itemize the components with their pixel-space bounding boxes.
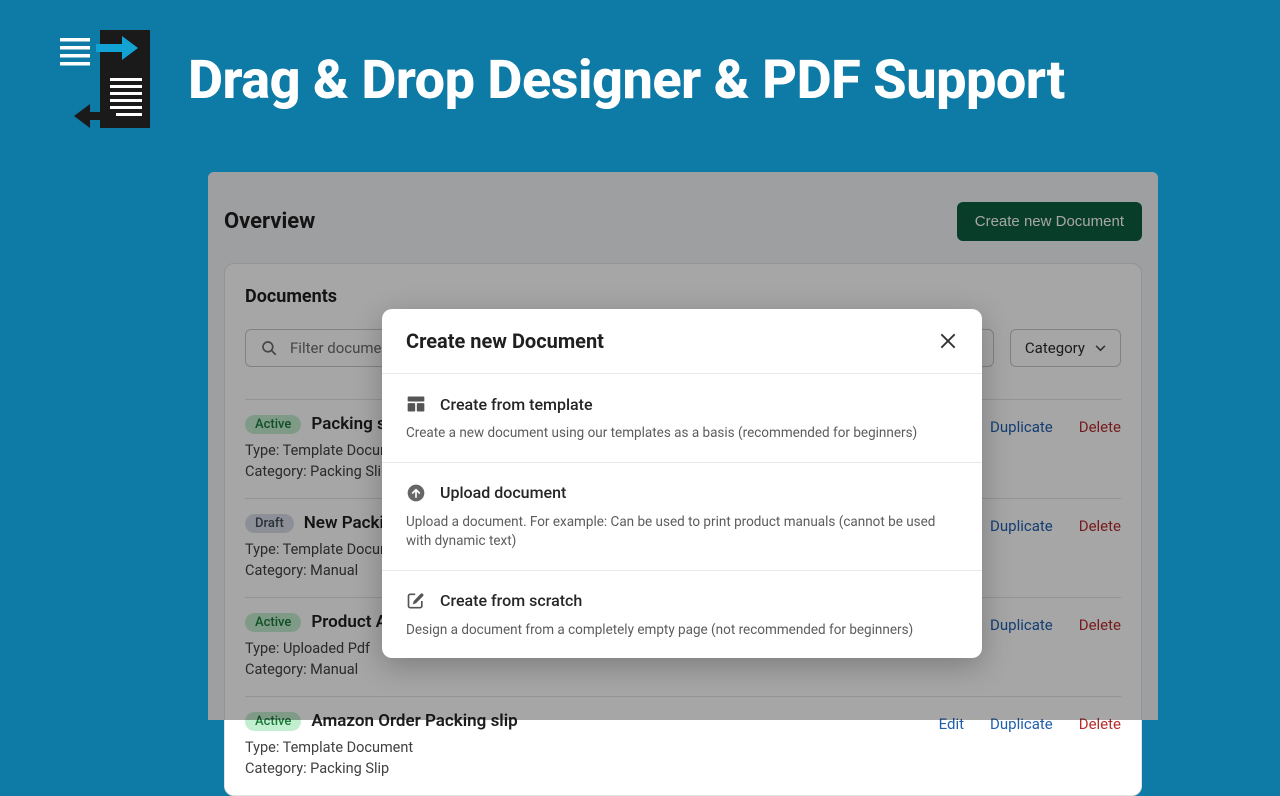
banner: Drag & Drop Designer & PDF Support: [0, 0, 1280, 150]
option-title: Upload document: [440, 483, 566, 502]
option-title: Create from template: [440, 395, 593, 414]
option-create-from-scratch[interactable]: Create from scratch Design a document fr…: [382, 571, 982, 659]
option-desc: Design a document from a completely empt…: [406, 621, 958, 641]
option-title: Create from scratch: [440, 591, 582, 610]
banner-title: Drag & Drop Designer & PDF Support: [188, 49, 1065, 112]
modal-title: Create new Document: [406, 329, 604, 353]
option-desc: Create a new document using our template…: [406, 424, 958, 444]
app-logo-icon: [60, 30, 154, 130]
document-meta: Type: Template DocumentCategory: Packing…: [245, 737, 518, 779]
modal-header: Create new Document: [382, 309, 982, 374]
upload-icon: [406, 483, 426, 503]
template-icon: [406, 394, 426, 414]
create-document-modal: Create new Document Create from template…: [382, 309, 982, 658]
option-desc: Upload a document. For example: Can be u…: [406, 513, 958, 552]
option-upload-document[interactable]: Upload document Upload a document. For e…: [382, 463, 982, 571]
edit-icon: [406, 591, 426, 611]
option-create-from-template[interactable]: Create from template Create a new docume…: [382, 374, 982, 463]
close-icon[interactable]: [938, 331, 958, 351]
